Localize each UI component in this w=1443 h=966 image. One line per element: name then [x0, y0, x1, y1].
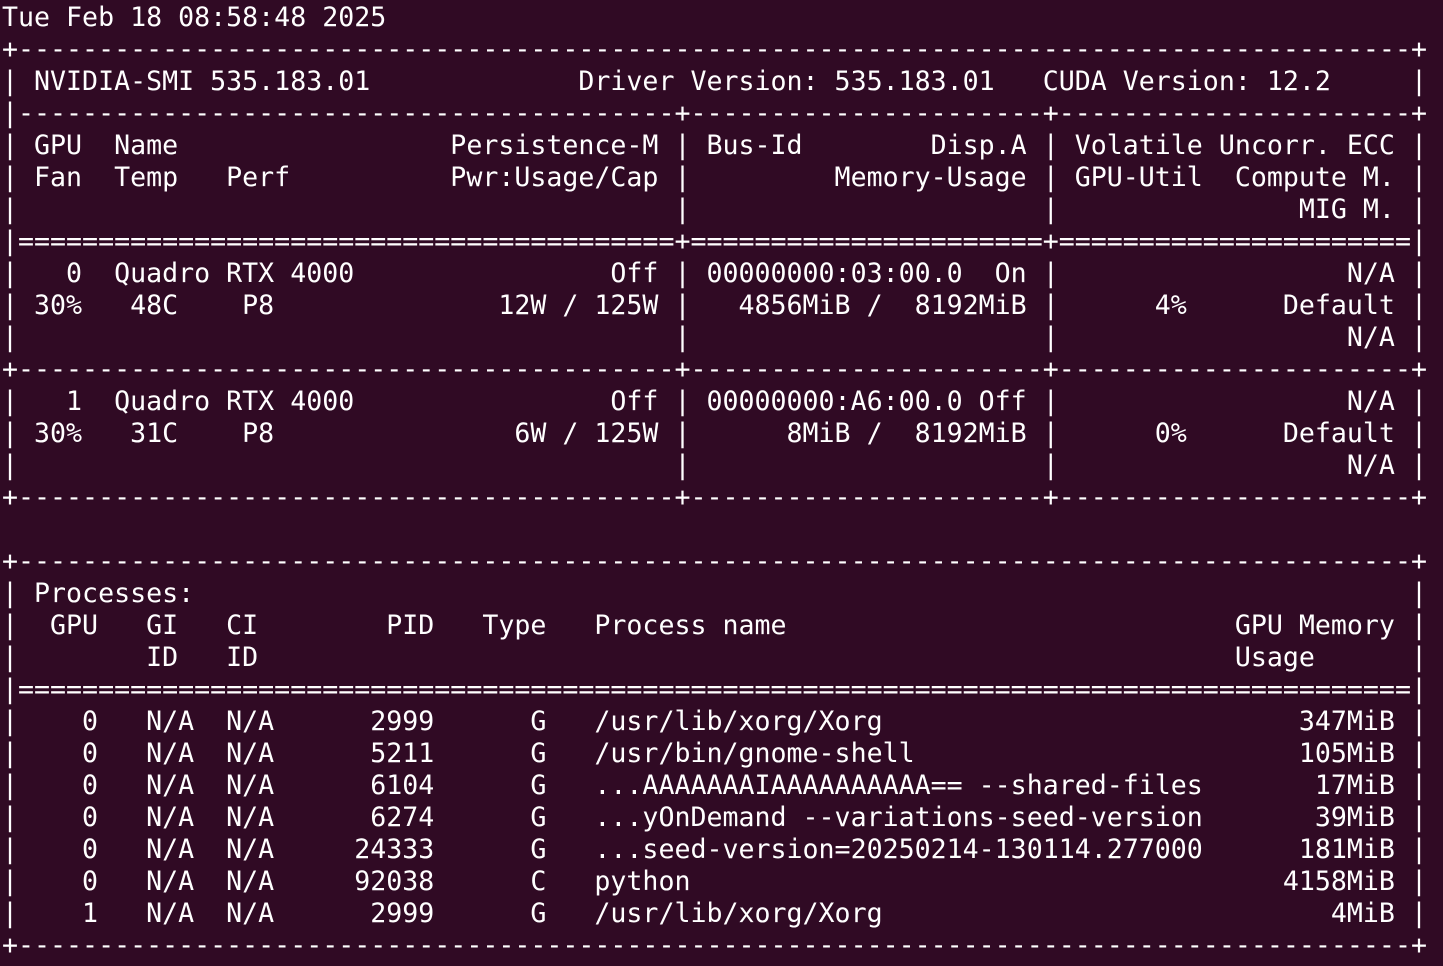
processes-header-row-1: | GPU GI CI PID Type Process name GPU Me… [2, 610, 1427, 641]
process-row: | 0 N/A N/A 92038 C python 4158MiB | [2, 866, 1427, 897]
table-border-top: +---------------------------------------… [2, 34, 1427, 65]
process-row: | 0 N/A N/A 5211 G /usr/bin/gnome-shell … [2, 738, 1427, 769]
gpu-header-row-3: | | | MIG M. | [2, 194, 1427, 225]
processes-border-top: +---------------------------------------… [2, 546, 1427, 577]
gpu-header-row-2: | Fan Temp Perf Pwr:Usage/Cap | Memory-U… [2, 162, 1427, 193]
timestamp-line: Tue Feb 18 08:58:48 2025 [2, 2, 387, 33]
gpu-0-row-1: | 0 Quadro RTX 4000 Off | 00000000:03:00… [2, 258, 1427, 289]
process-row: | 0 N/A N/A 6104 G ...AAAAAAAIAAAAAAAAAA… [2, 770, 1427, 801]
process-row: | 0 N/A N/A 6274 G ...yOnDemand --variat… [2, 802, 1427, 833]
gpu-1-row-3: | | | N/A | [2, 450, 1427, 481]
table-border-gpu-bottom: +---------------------------------------… [2, 482, 1427, 513]
table-border-gpu-split: +---------------------------------------… [2, 354, 1427, 385]
process-row: | 1 N/A N/A 2999 G /usr/lib/xorg/Xorg 4M… [2, 898, 1427, 929]
table-border-split: |---------------------------------------… [2, 98, 1427, 129]
gpu-1-row-2: | 30% 31C P8 6W / 125W | 8MiB / 8192MiB … [2, 418, 1427, 449]
gpu-1-row-1: | 1 Quadro RTX 4000 Off | 00000000:A6:00… [2, 386, 1427, 417]
process-row: | 0 N/A N/A 24333 G ...seed-version=2025… [2, 834, 1427, 865]
table-border-eq: |=======================================… [2, 226, 1427, 257]
process-row: | 0 N/A N/A 2999 G /usr/lib/xorg/Xorg 34… [2, 706, 1427, 737]
smi-version-line: | NVIDIA-SMI 535.183.01 Driver Version: … [2, 66, 1427, 97]
gpu-header-row-1: | GPU Name Persistence-M | Bus-Id Disp.A… [2, 130, 1427, 161]
gpu-0-row-2: | 30% 48C P8 12W / 125W | 4856MiB / 8192… [2, 290, 1427, 321]
processes-border-bottom: +---------------------------------------… [2, 930, 1427, 961]
processes-title: | Processes: | [2, 578, 1427, 609]
terminal-window[interactable]: Tue Feb 18 08:58:48 2025 +--------------… [0, 0, 1443, 966]
processes-border-eq: |=======================================… [2, 674, 1427, 705]
gpu-0-row-3: | | | N/A | [2, 322, 1427, 353]
processes-header-row-2: | ID ID Usage | [2, 642, 1427, 673]
